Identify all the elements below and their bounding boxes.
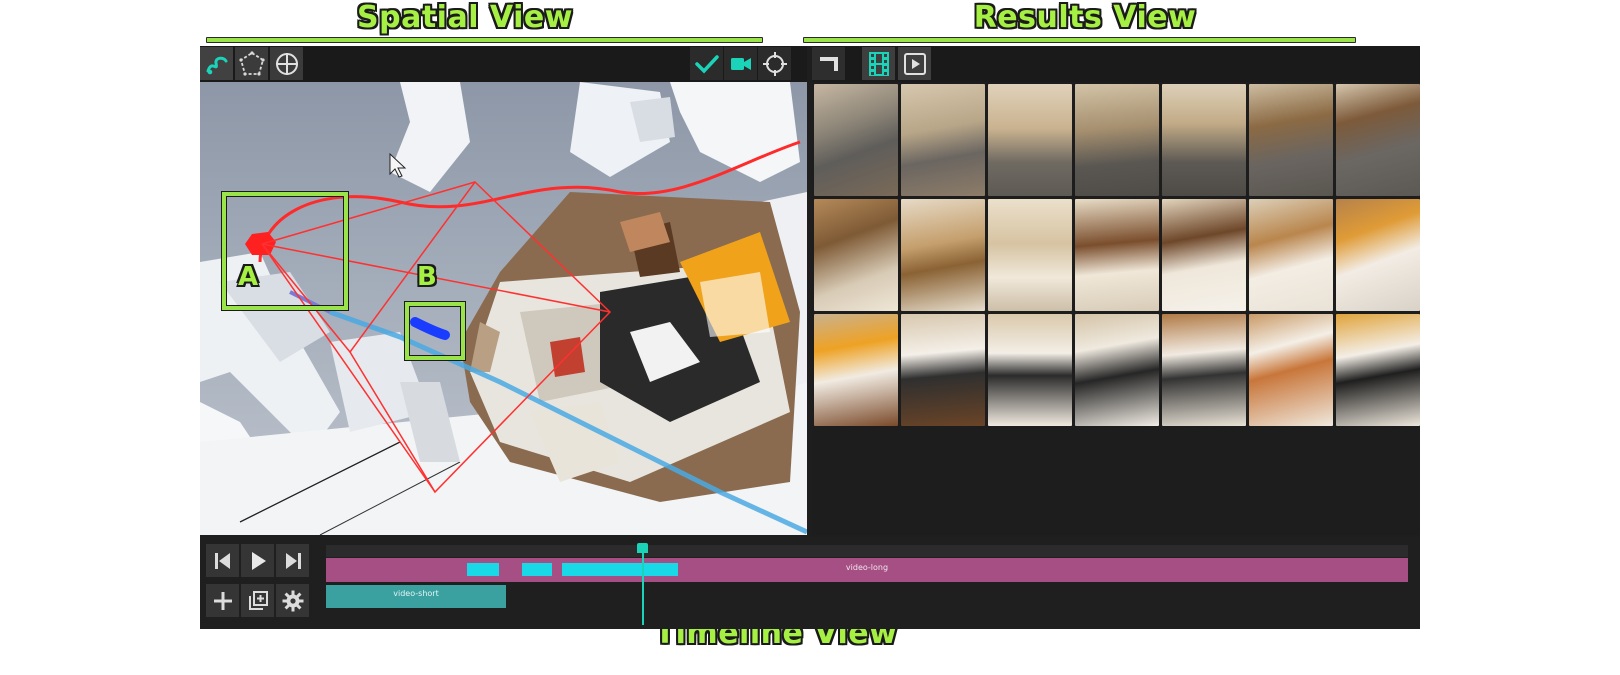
annotation-box-a xyxy=(222,192,348,310)
annotation-label-b: B xyxy=(417,262,437,292)
results-view-title: Results View xyxy=(973,0,1197,35)
polygon-select-icon xyxy=(238,50,265,76)
cut-icon xyxy=(819,56,838,71)
play-button[interactable] xyxy=(241,544,274,577)
result-thumbnail[interactable] xyxy=(988,314,1072,426)
result-thumbnail[interactable] xyxy=(1336,199,1420,311)
highlight-segment[interactable] xyxy=(467,563,499,576)
trim-tool[interactable] xyxy=(812,47,845,80)
add-button[interactable] xyxy=(206,584,239,617)
results-toolbar xyxy=(812,46,1420,82)
timeline-view: video-long video-short xyxy=(200,537,1420,629)
result-thumbnail[interactable] xyxy=(1249,314,1333,426)
result-thumbnail[interactable] xyxy=(1075,199,1159,311)
result-thumbnail[interactable] xyxy=(1162,314,1246,426)
confirm-button[interactable] xyxy=(690,47,723,80)
annotation-box-b xyxy=(405,302,465,360)
spatial-view-bracket xyxy=(206,37,763,43)
result-thumbnail[interactable] xyxy=(901,314,985,426)
app-window: A B video-long video-short xyxy=(200,46,1420,629)
settings-button[interactable] xyxy=(276,584,309,617)
step-forward-button[interactable] xyxy=(276,544,309,577)
result-thumbnail[interactable] xyxy=(1162,199,1246,311)
spatial-view: A B xyxy=(200,46,807,535)
results-view-bracket xyxy=(803,37,1356,43)
result-thumbnail[interactable] xyxy=(1075,84,1159,196)
step-back-button[interactable] xyxy=(206,544,239,577)
track-video-short[interactable]: video-short xyxy=(326,585,506,608)
play-icon xyxy=(251,551,266,570)
results-thumbnail-grid xyxy=(814,84,1420,426)
play-box-icon xyxy=(903,52,926,75)
target-toggle[interactable] xyxy=(758,47,791,80)
camera-toggle[interactable] xyxy=(724,47,757,80)
result-thumbnail[interactable] xyxy=(814,84,898,196)
step-forward-icon xyxy=(285,552,301,569)
result-thumbnail[interactable] xyxy=(814,199,898,311)
result-thumbnail[interactable] xyxy=(1249,84,1333,196)
add-icon xyxy=(213,591,232,610)
playhead[interactable] xyxy=(642,545,644,625)
highlight-segment[interactable] xyxy=(522,563,552,576)
add-stack-icon xyxy=(248,590,268,610)
result-thumbnail[interactable] xyxy=(901,199,985,311)
checkmark-icon xyxy=(694,54,719,74)
results-view xyxy=(812,46,1420,535)
timeline-ruler[interactable] xyxy=(326,545,1408,557)
polygon-select-tool[interactable] xyxy=(235,47,268,80)
result-thumbnail[interactable] xyxy=(988,199,1072,311)
path-draw-tool[interactable] xyxy=(200,47,233,80)
result-thumbnail[interactable] xyxy=(1336,84,1420,196)
result-thumbnail[interactable] xyxy=(1075,314,1159,426)
target-icon xyxy=(762,51,787,76)
filmstrip-icon xyxy=(868,51,889,76)
add-stack-button[interactable] xyxy=(241,584,274,617)
result-thumbnail[interactable] xyxy=(901,84,985,196)
spatial-view-title: Spatial View xyxy=(357,0,573,35)
result-thumbnail[interactable] xyxy=(1249,199,1333,311)
annotation-label-a: A xyxy=(238,262,259,292)
crosshair-icon xyxy=(275,52,298,75)
result-thumbnail[interactable] xyxy=(1336,314,1420,426)
path-draw-icon xyxy=(206,56,227,74)
crosshair-tool[interactable] xyxy=(270,47,303,80)
gear-icon xyxy=(282,590,303,611)
video-camera-icon xyxy=(730,57,751,70)
highlight-segment[interactable] xyxy=(562,563,678,576)
3d-scene-viewport[interactable]: A B xyxy=(200,82,807,535)
result-thumbnail[interactable] xyxy=(988,84,1072,196)
play-mode[interactable] xyxy=(898,47,931,80)
filmstrip-mode[interactable] xyxy=(862,47,895,80)
step-back-icon xyxy=(214,552,230,569)
result-thumbnail[interactable] xyxy=(1162,84,1246,196)
spatial-toolbar xyxy=(200,46,807,82)
result-thumbnail[interactable] xyxy=(814,314,898,426)
